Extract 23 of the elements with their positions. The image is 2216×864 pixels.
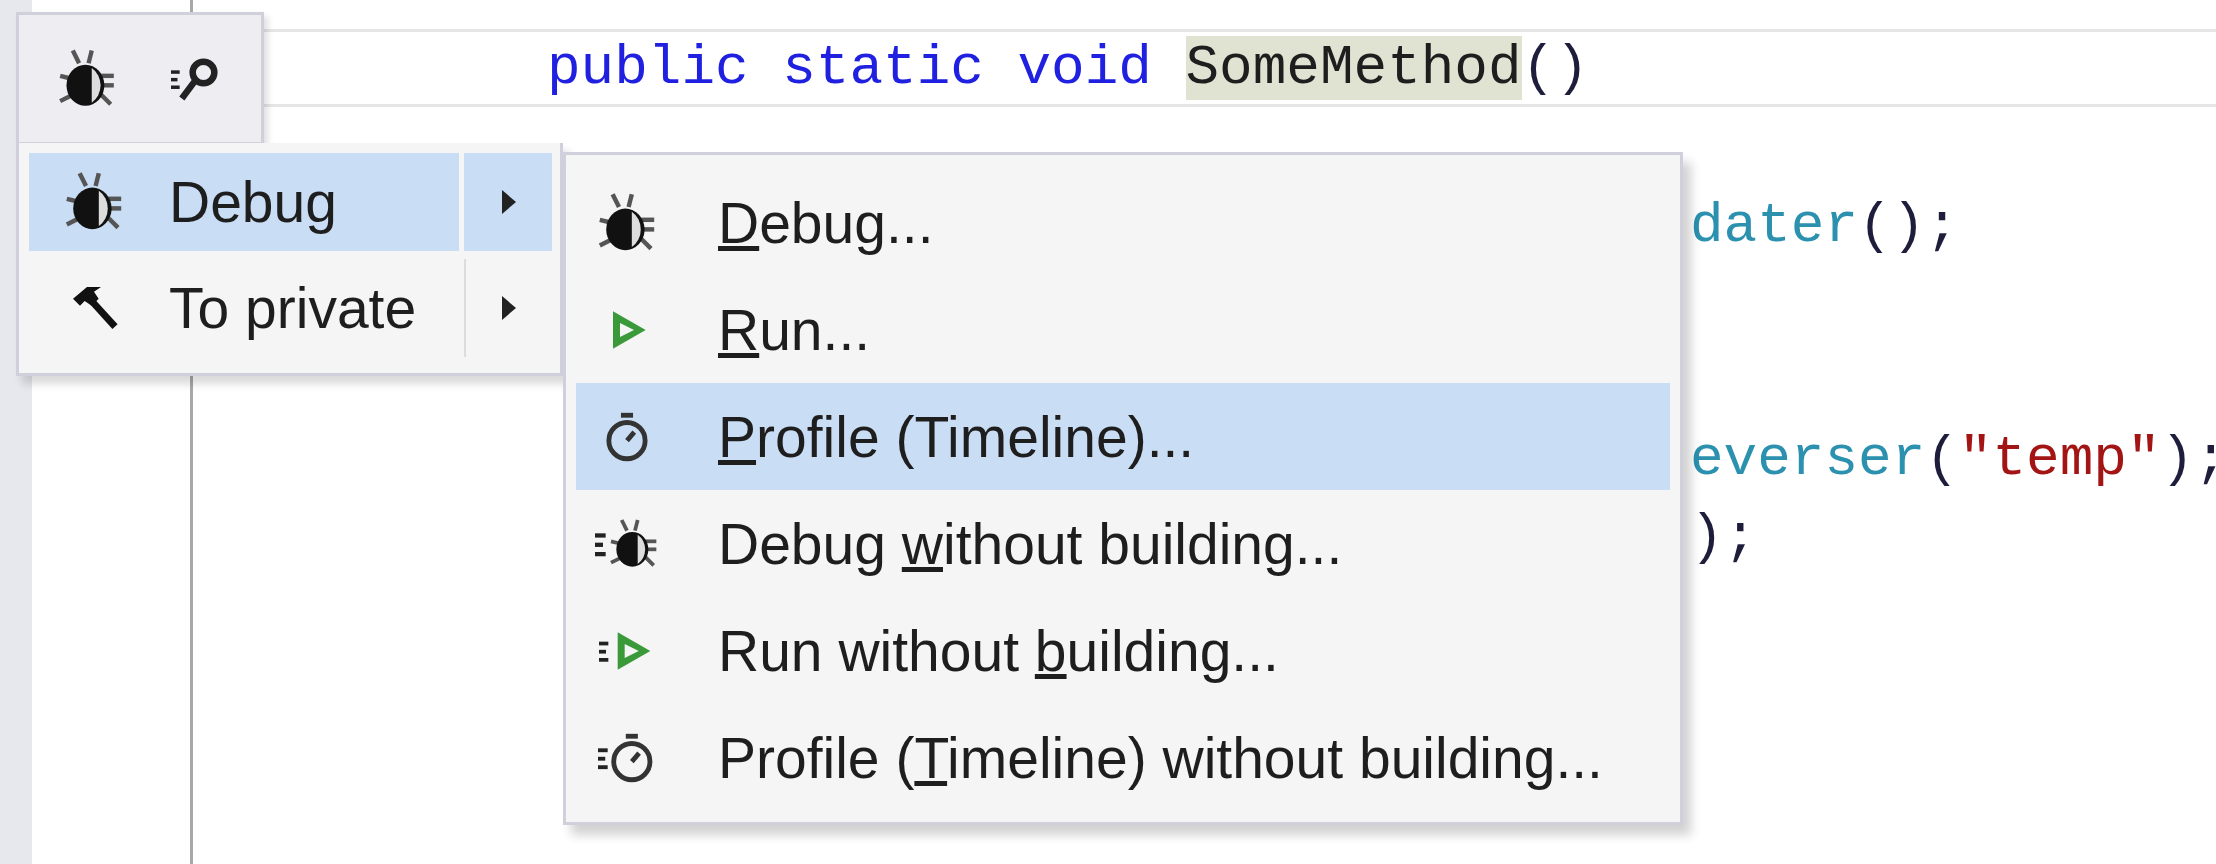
caret-icon bbox=[502, 190, 516, 214]
menu-item[interactable]: Profile (Timeline)... bbox=[576, 383, 1670, 490]
code-line: dater(); bbox=[1690, 194, 1959, 258]
menu-item-label: Profile (Timeline) without building... bbox=[718, 724, 1603, 791]
debug-button[interactable] bbox=[57, 48, 117, 109]
menu-item[interactable]: Run without building... bbox=[576, 597, 1670, 704]
menu-item-label: Run... bbox=[718, 296, 871, 363]
menu-item-label: Run without building... bbox=[718, 617, 1279, 684]
menu-item[interactable]: Debug without building... bbox=[576, 490, 1670, 597]
menu-item-label: Debug bbox=[169, 169, 337, 235]
menu-item[interactable]: Run... bbox=[576, 276, 1670, 383]
menu-item-label: Profile (Timeline)... bbox=[718, 403, 1195, 470]
menu-item-label: Debug... bbox=[718, 189, 934, 256]
caret-icon bbox=[502, 296, 516, 320]
menu-item[interactable]: Profile (Timeline) without building... bbox=[576, 704, 1670, 811]
menu-item-label: To private bbox=[169, 275, 417, 341]
code-line: public static void SomeMethod() bbox=[547, 36, 1589, 100]
menu-item[interactable]: To private bbox=[29, 259, 459, 357]
menu-item[interactable]: Debug... bbox=[576, 169, 1670, 276]
menu-item[interactable]: Debug bbox=[29, 153, 459, 251]
code-line: everser("temp"); bbox=[1690, 427, 2216, 491]
menu-item-label: Debug without building... bbox=[718, 510, 1343, 577]
code-line: ); bbox=[1690, 505, 1758, 569]
